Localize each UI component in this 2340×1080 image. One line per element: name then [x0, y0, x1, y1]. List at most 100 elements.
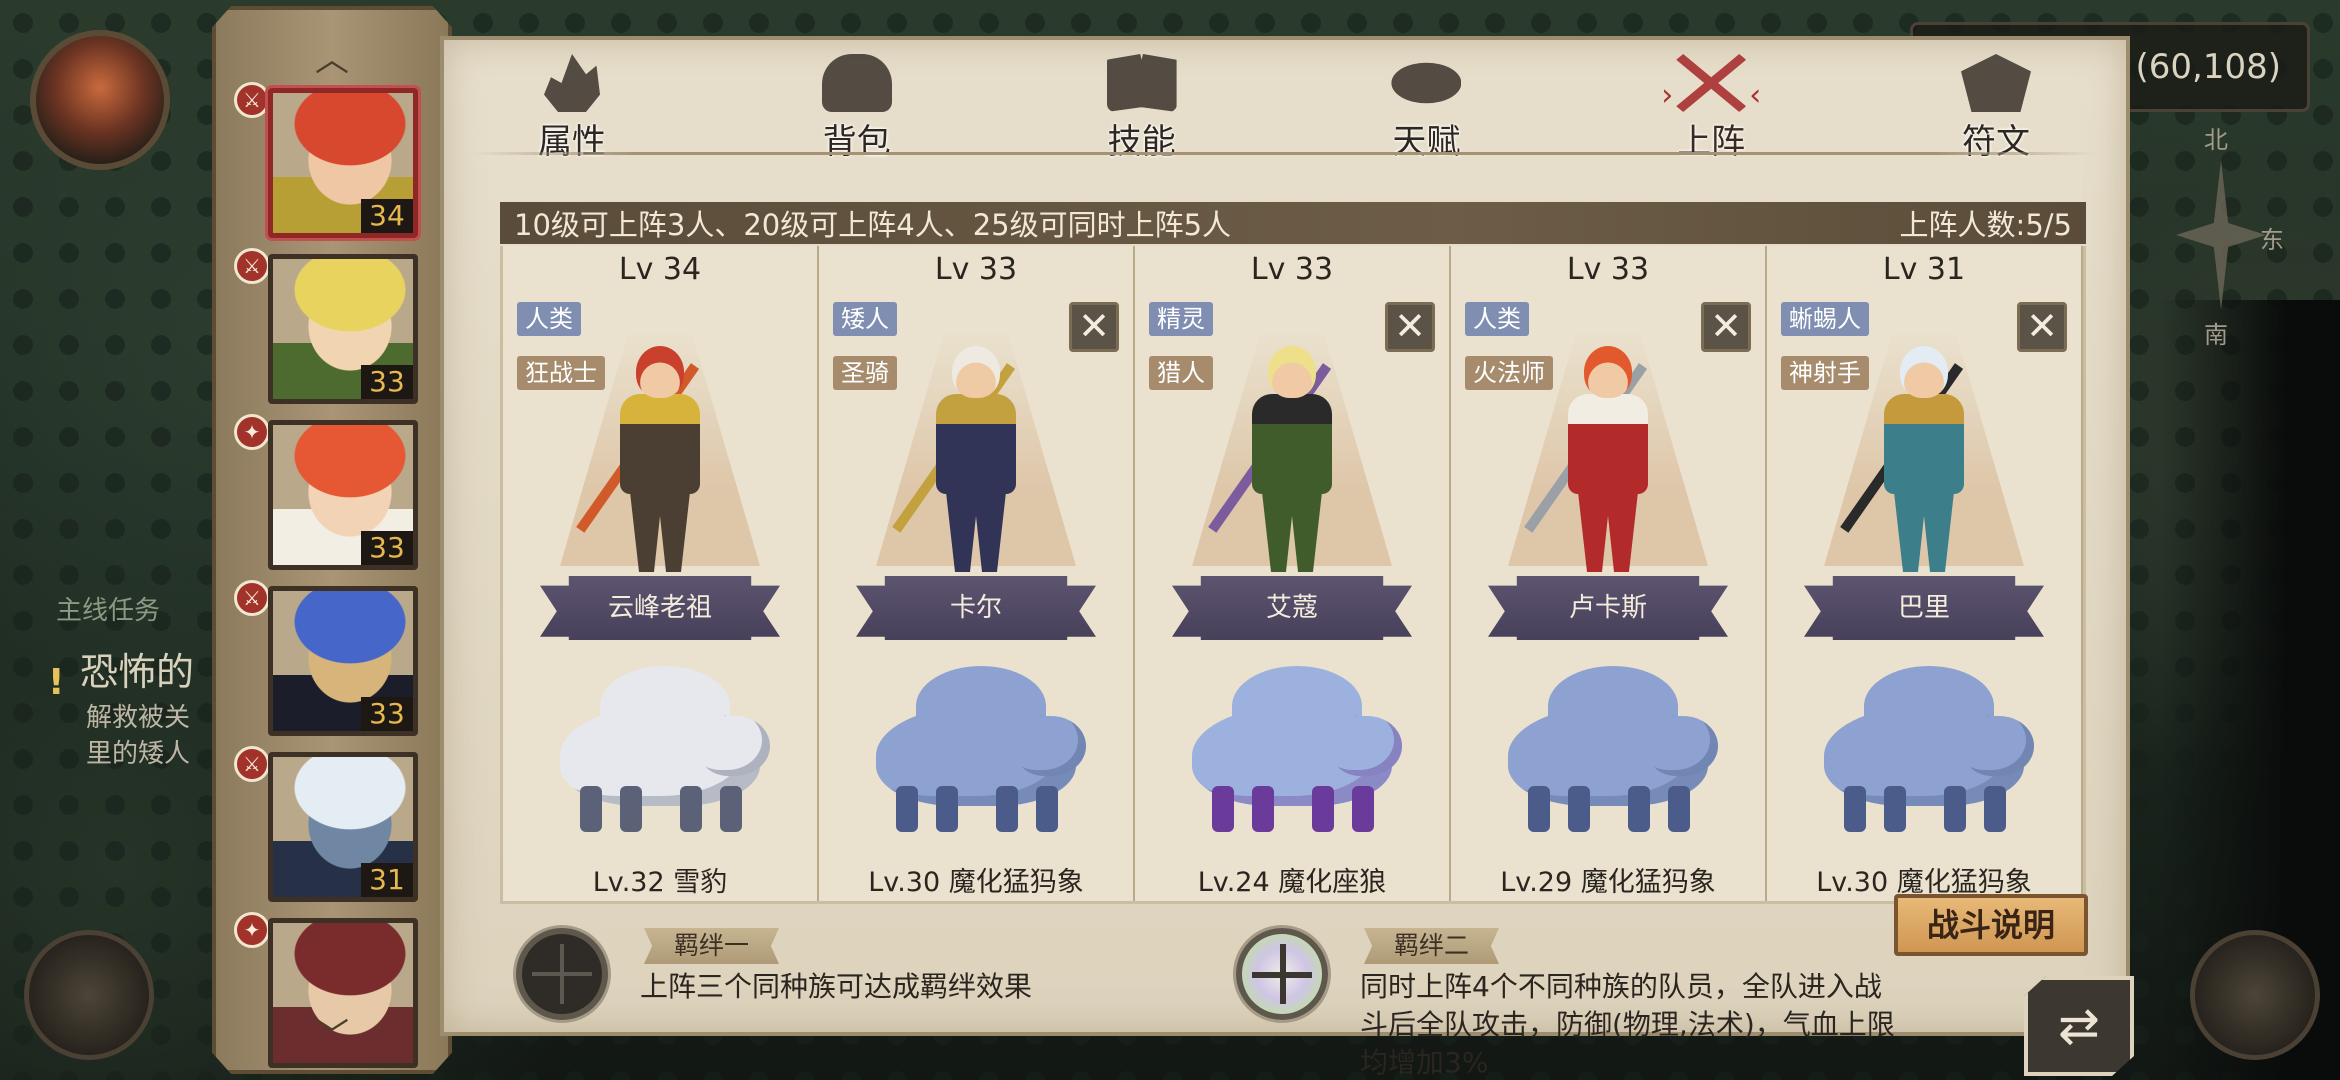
- class-badge-icon: ⚔: [234, 82, 270, 118]
- bond-title: 羁绊一: [644, 928, 780, 964]
- class-tag: 圣骑: [833, 356, 897, 390]
- tab-label: 背包: [822, 122, 891, 162]
- book-icon: [1106, 54, 1177, 112]
- hero-name-ribbon: 卡尔: [856, 576, 1096, 640]
- player-avatar[interactable]: [30, 30, 170, 170]
- crossed-swords-icon: [1676, 54, 1747, 112]
- lineup-rule-text: 10级可上阵3人、20级可上阵4人、25级可同时上阵5人: [514, 208, 1232, 242]
- bond-crest-active-icon: [1236, 928, 1328, 1020]
- tab-indicator-icon: ›: [1661, 78, 1674, 113]
- remove-hero-button[interactable]: ✕: [2017, 302, 2067, 352]
- race-tag: 人类: [517, 302, 581, 336]
- bond-title: 羁绊二: [1364, 928, 1500, 964]
- compass: 北 东 南: [2160, 120, 2284, 360]
- class-badge-icon: ⚔: [234, 746, 270, 782]
- roster-scroll-up-icon[interactable]: ︿: [216, 40, 448, 80]
- roster-list: ⚔ 34 ⚔ 33 ✦ 33 ⚔ 33 ⚔ 31 ✦: [234, 82, 421, 1074]
- hero-level-label: Lv 33: [1566, 252, 1650, 287]
- class-badge-icon: ⚔: [234, 248, 270, 284]
- hero-name-ribbon: 艾蔻: [1172, 576, 1412, 640]
- lineup-slot[interactable]: Lv 34 人类 狂战士 云峰老祖 Lv.32 雪豹: [503, 246, 819, 901]
- hero-figure[interactable]: [1208, 346, 1372, 576]
- tab-crossed-swords[interactable]: 上阵 › ‹: [1651, 48, 1771, 168]
- hero-level: 33: [361, 365, 413, 399]
- pet-name-label: Lv.32 雪豹: [592, 867, 728, 898]
- race-tag: 人类: [1465, 302, 1529, 336]
- bond-two[interactable]: 羁绊二 同时上阵4个不同种族的队员，全队进入战斗后全队攻击，防御(物理,法术)，…: [1236, 928, 1895, 1079]
- class-badge-icon: ✦: [234, 414, 270, 450]
- tab-flame[interactable]: 属性: [512, 48, 632, 168]
- tab-bar: 属性 背包 技能 天赋 上阵 › ‹ 符文: [464, 48, 2104, 168]
- hero-level-label: Lv 33: [1250, 252, 1334, 287]
- lineup-slots: Lv 34 人类 狂战士 云峰老祖 Lv.32 雪豹 Lv 33 矮人 圣骑 ✕: [500, 246, 2086, 906]
- lineup-slot[interactable]: Lv 33 矮人 圣骑 ✕ 卡尔 Lv.30 魔化猛犸象: [819, 246, 1135, 901]
- hero-level: 34: [361, 199, 413, 233]
- pet-figure[interactable]: [530, 656, 790, 836]
- tab-label: 天赋: [1392, 122, 1461, 162]
- hero-figure[interactable]: [1524, 346, 1688, 576]
- pet-name-label: Lv.29 魔化猛犸象: [1500, 867, 1716, 898]
- hero-roster-sidebar[interactable]: ︿ ⚔ 34 ⚔ 33 ✦ 33 ⚔ 33 ⚔ 31 ✦ ﹀: [212, 6, 452, 1074]
- compass-star-icon: [2176, 160, 2266, 310]
- remove-hero-button[interactable]: ✕: [1385, 302, 1435, 352]
- bond-description: 上阵三个同种族可达成羁绊效果: [640, 970, 1033, 1003]
- eye-icon: [1391, 62, 1462, 104]
- hero-name-ribbon: 云峰老祖: [540, 576, 780, 640]
- lineup-count: 上阵人数:5/5: [1899, 208, 2072, 242]
- hero-figure[interactable]: [892, 346, 1056, 576]
- tab-book[interactable]: 技能: [1082, 48, 1202, 168]
- lineup-slot[interactable]: Lv 33 精灵 猎人 ✕ 艾蔻 Lv.24 魔化座狼: [1135, 246, 1451, 901]
- class-badge-icon: ✦: [234, 912, 270, 948]
- class-badge-icon: ⚔: [234, 580, 270, 616]
- roster-hero-card[interactable]: 33: [268, 420, 418, 570]
- bag-icon: [821, 54, 892, 112]
- tab-eye[interactable]: 天赋: [1366, 48, 1486, 168]
- race-tag: 精灵: [1149, 302, 1213, 336]
- lineup-info-bar: 10级可上阵3人、20级可上阵4人、25级可同时上阵5人 上阵人数:5/5: [500, 202, 2086, 244]
- hud-left-button[interactable]: [24, 930, 154, 1060]
- bond-one[interactable]: 羁绊一 上阵三个同种族可达成羁绊效果: [516, 928, 1116, 1038]
- roster-hero-card[interactable]: 34: [268, 88, 418, 238]
- rune-icon: [1960, 54, 2031, 112]
- remove-hero-button[interactable]: ✕: [1069, 302, 1119, 352]
- pet-figure[interactable]: [846, 656, 1106, 836]
- hud-home-button[interactable]: [2190, 930, 2320, 1060]
- race-tag: 矮人: [833, 302, 897, 336]
- swap-icon[interactable]: ⇄: [2024, 976, 2134, 1076]
- pet-figure[interactable]: [1478, 656, 1738, 836]
- battle-info-button[interactable]: 战斗说明: [1894, 894, 2088, 956]
- pet-figure[interactable]: [1794, 656, 2054, 836]
- tab-bag[interactable]: 背包: [797, 48, 917, 168]
- lineup-slot[interactable]: Lv 33 人类 火法师 ✕ 卢卡斯 Lv.29 魔化猛犸象: [1451, 246, 1767, 901]
- roster-hero-card[interactable]: 33: [268, 586, 418, 736]
- hero-level-label: Lv 31: [1882, 252, 1966, 287]
- compass-south: 南: [2204, 321, 2228, 349]
- hero-level: 33: [361, 697, 413, 731]
- pet-name-label: Lv.24 魔化座狼: [1197, 867, 1387, 898]
- class-tag: 猎人: [1149, 356, 1213, 390]
- tab-divider: [474, 152, 2096, 155]
- flame-icon: [544, 54, 600, 112]
- hero-figure[interactable]: [576, 346, 740, 576]
- race-tag: 蜥蜴人: [1781, 302, 1869, 336]
- hero-figure[interactable]: [1840, 346, 2004, 576]
- roster-hero-card[interactable]: 33: [268, 254, 418, 404]
- hero-name-ribbon: 巴里: [1804, 576, 2044, 640]
- bond-description: 同时上阵4个不同种族的队员，全队进入战斗后全队攻击，防御(物理,法术)，气血上限…: [1360, 970, 1895, 1079]
- bond-crest-icon: [516, 928, 608, 1020]
- remove-hero-button[interactable]: ✕: [1701, 302, 1751, 352]
- tab-label: 符文: [1961, 122, 2030, 162]
- tab-rune[interactable]: 符文: [1936, 48, 2056, 168]
- lineup-slot[interactable]: Lv 31 蜥蜴人 神射手 ✕ 巴里 Lv.30 魔化猛犸象: [1767, 246, 2083, 901]
- roster-scroll-down-icon[interactable]: ﹀: [216, 1016, 448, 1056]
- quest-alert-icon: !: [48, 662, 65, 703]
- hero-level: 31: [361, 863, 413, 897]
- pet-figure[interactable]: [1162, 656, 1422, 836]
- hero-level-label: Lv 33: [934, 252, 1018, 287]
- hero-name-ribbon: 卢卡斯: [1488, 576, 1728, 640]
- hero-panel: 属性 背包 技能 天赋 上阵 › ‹ 符文 10级可上阵3人、20级可上阵4人、2…: [440, 36, 2134, 1079]
- roster-hero-card[interactable]: 31: [268, 752, 418, 902]
- compass-east: 东: [2260, 226, 2284, 254]
- pet-name-label: Lv.30 魔化猛犸象: [868, 867, 1084, 898]
- tab-label: 技能: [1107, 122, 1176, 162]
